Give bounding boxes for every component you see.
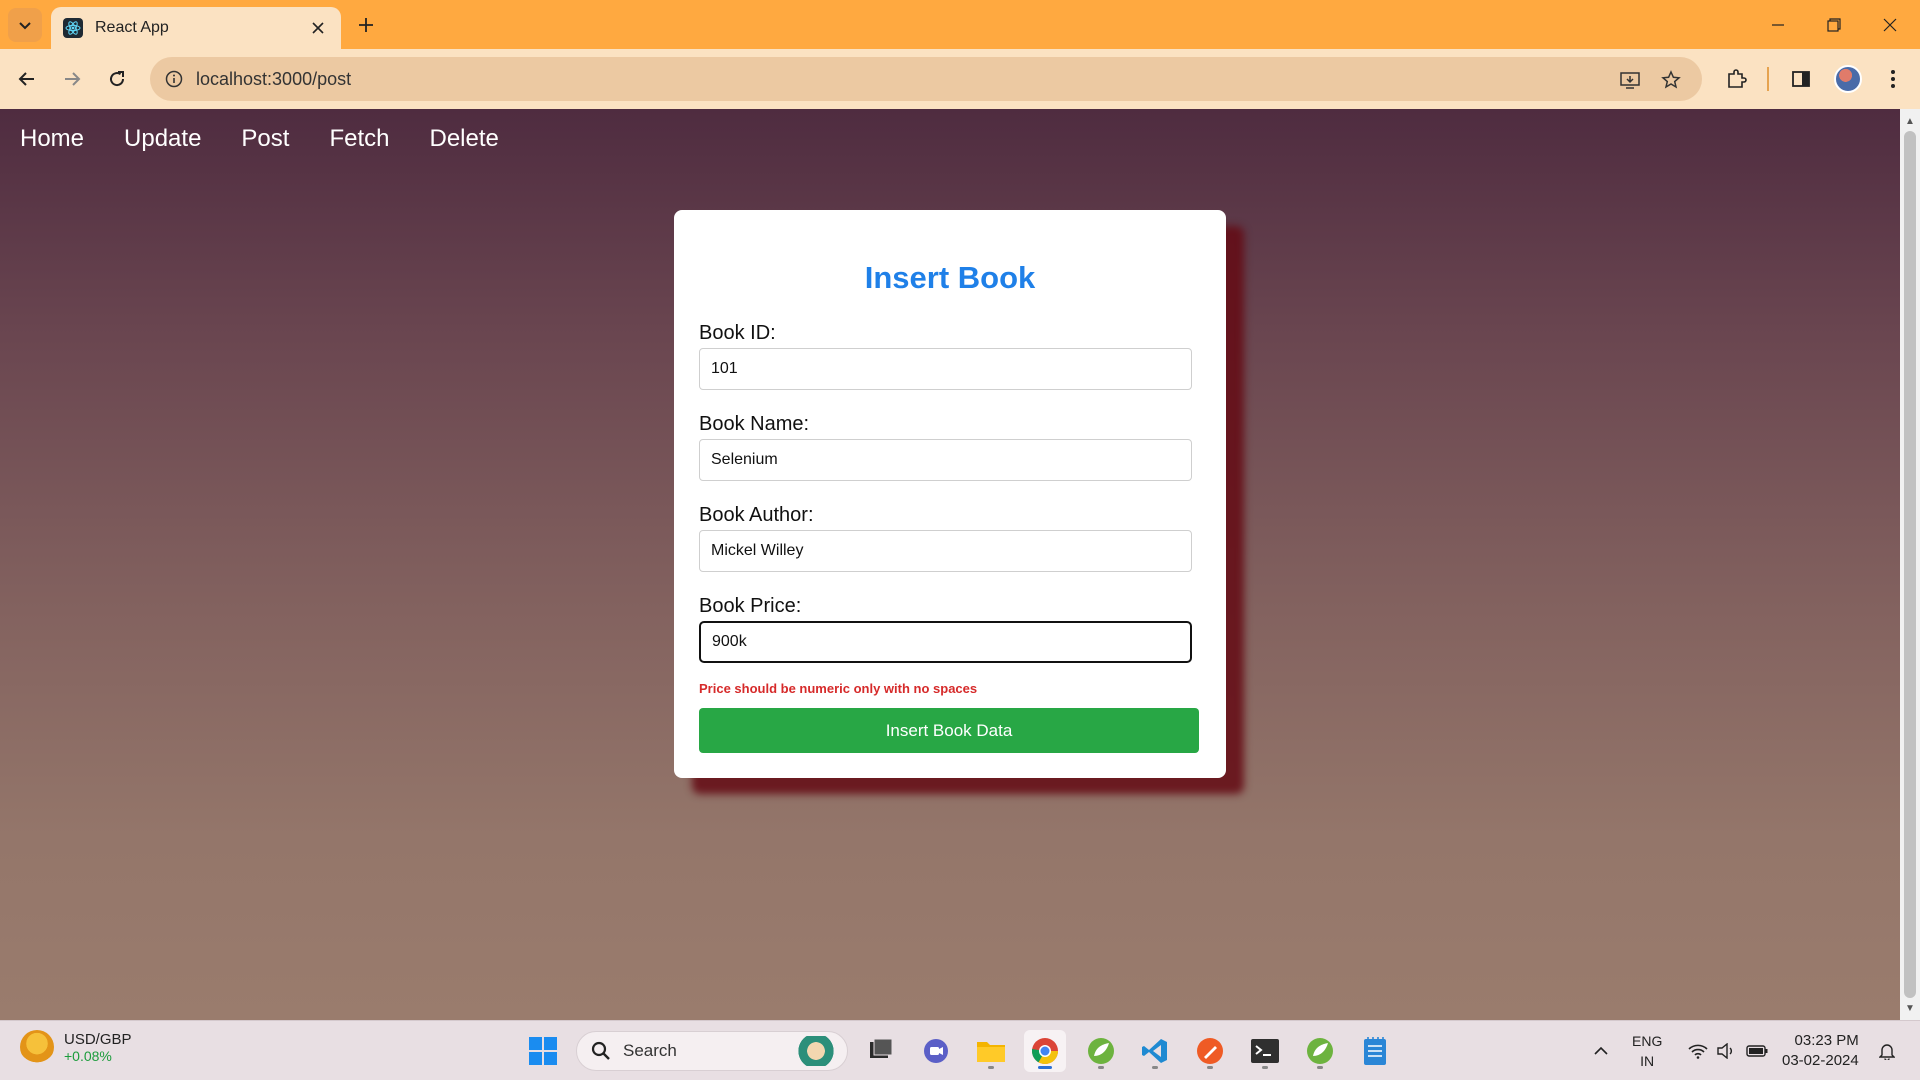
address-bar[interactable]: localhost:3000/post	[150, 57, 1702, 101]
spring-tools-icon[interactable]	[1299, 1030, 1341, 1072]
reload-button[interactable]	[99, 61, 135, 97]
postman-icon[interactable]	[1189, 1030, 1231, 1072]
battery-icon[interactable]	[1744, 1021, 1770, 1080]
minimize-icon	[1772, 23, 1784, 26]
chrome-icon[interactable]	[1024, 1030, 1066, 1072]
weather-widget[interactable]: USD/GBP +0.08%	[20, 1030, 132, 1064]
close-icon[interactable]	[307, 17, 329, 39]
spring-icon[interactable]	[1080, 1030, 1122, 1072]
bell-icon[interactable]	[1876, 1021, 1898, 1080]
toolbar-divider	[1767, 67, 1769, 91]
book-name-input[interactable]	[699, 439, 1192, 481]
terminal-icon[interactable]	[1244, 1030, 1286, 1072]
tab-list-icon	[19, 22, 31, 30]
window-close-button[interactable]	[1862, 0, 1918, 49]
clock-date: 03-02-2024	[1782, 1052, 1859, 1069]
windows-start-icon[interactable]	[522, 1030, 564, 1072]
back-button[interactable]	[9, 61, 45, 97]
task-view-icon[interactable]	[860, 1030, 902, 1072]
taskbar-search[interactable]: Search	[576, 1031, 848, 1071]
search-icon	[591, 1041, 610, 1060]
chat-icon[interactable]	[915, 1030, 957, 1072]
reload-icon	[110, 71, 125, 87]
book-author-label: Book Author:	[699, 504, 814, 526]
react-icon	[63, 18, 83, 38]
new-tab-button[interactable]	[352, 11, 380, 39]
url-text[interactable]: localhost:3000/post	[196, 69, 351, 90]
browser-tab[interactable]: React App	[51, 7, 341, 49]
extensions-icon[interactable]	[1720, 63, 1752, 95]
insert-book-button[interactable]: Insert Book Data	[699, 708, 1199, 753]
vscode-icon[interactable]	[1134, 1030, 1176, 1072]
windows-taskbar: USD/GBP +0.08% Search ENG IN 03:23 PM 03…	[0, 1020, 1920, 1080]
browser-titlebar: React App	[0, 0, 1920, 49]
back-icon	[18, 72, 34, 86]
star-icon[interactable]	[1658, 67, 1684, 93]
book-price-label: Book Price:	[699, 595, 802, 617]
widget-title: USD/GBP	[64, 1030, 132, 1048]
book-name-label: Book Name:	[699, 413, 810, 435]
nav-update[interactable]: Update	[124, 125, 201, 153]
chevron-up-icon[interactable]	[1590, 1021, 1612, 1080]
nav-fetch[interactable]: Fetch	[329, 125, 389, 153]
forward-icon	[65, 72, 81, 86]
book-id-input[interactable]	[699, 348, 1192, 390]
wifi-icon[interactable]	[1686, 1021, 1710, 1080]
scroll-up-icon[interactable]: ▲	[1900, 111, 1920, 131]
widget-value: +0.08%	[64, 1047, 112, 1064]
language-region: IN	[1640, 1053, 1655, 1069]
install-app-icon[interactable]	[1617, 67, 1643, 93]
avatar[interactable]	[1834, 65, 1862, 93]
page-viewport: Home Update Post Fetch Delete Insert Boo…	[0, 109, 1900, 1020]
app-navbar: Home Update Post Fetch Delete	[0, 109, 539, 169]
minimize-button[interactable]	[1750, 0, 1806, 49]
search-label: Search	[623, 1041, 677, 1060]
browser-toolbar: localhost:3000/post	[0, 49, 1920, 109]
language-indicator[interactable]: ENG IN	[1632, 1031, 1662, 1071]
plus-icon	[359, 18, 373, 32]
insert-book-form: Insert Book Book ID: Book Name: Book Aut…	[674, 210, 1226, 778]
tab-title: React App	[95, 19, 169, 36]
clock-time: 03:23 PM	[1794, 1032, 1859, 1049]
page-scrollbar[interactable]: ▲ ▼	[1900, 109, 1920, 1020]
volume-icon[interactable]	[1714, 1021, 1738, 1080]
forward-button[interactable]	[54, 61, 90, 97]
nav-delete[interactable]: Delete	[429, 125, 498, 153]
system-clock[interactable]: 03:23 PM 03-02-2024	[1782, 1031, 1859, 1071]
menu-icon[interactable]	[1877, 63, 1909, 95]
notepad-icon[interactable]	[1354, 1030, 1396, 1072]
restore-icon	[1827, 17, 1841, 32]
window-close-icon	[1883, 18, 1897, 31]
site-info-icon[interactable]	[160, 65, 188, 93]
nav-home[interactable]: Home	[20, 125, 84, 153]
scrollbar-thumb[interactable]	[1904, 131, 1916, 998]
restore-button[interactable]	[1806, 0, 1862, 49]
form-title: Insert Book	[864, 260, 1036, 295]
currency-icon	[20, 1030, 54, 1064]
tab-list-button[interactable]	[8, 8, 42, 42]
book-id-label: Book ID:	[699, 322, 776, 344]
price-error-message: Price should be numeric only with no spa…	[699, 681, 978, 696]
scroll-down-icon[interactable]: ▼	[1900, 998, 1920, 1018]
book-price-input[interactable]	[699, 621, 1192, 663]
nav-post[interactable]: Post	[241, 125, 289, 153]
side-panel-icon[interactable]	[1785, 63, 1817, 95]
language-code: ENG	[1632, 1033, 1663, 1049]
search-highlight-icon	[791, 1036, 841, 1066]
file-explorer-icon[interactable]	[970, 1030, 1012, 1072]
book-author-input[interactable]	[699, 530, 1192, 572]
